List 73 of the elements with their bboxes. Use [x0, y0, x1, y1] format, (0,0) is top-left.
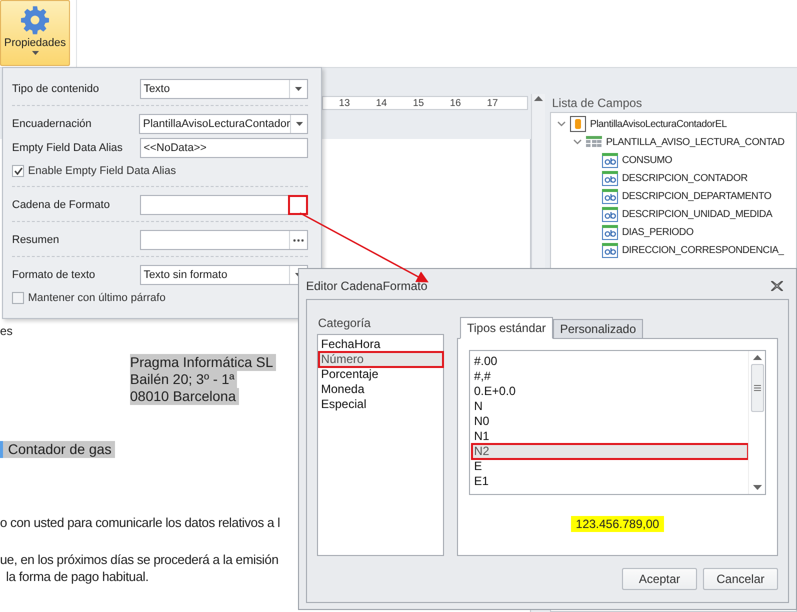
scroll-up-icon[interactable] — [752, 355, 762, 360]
dropdown-field[interactable]: Texto — [140, 79, 308, 99]
scroll-down-icon[interactable] — [752, 485, 762, 490]
tab[interactable]: Personalizado — [552, 319, 643, 339]
dropdown-caret-icon — [296, 122, 303, 126]
field-label: Tipo de contenido — [12, 83, 100, 95]
paragraph-text: la forma de pago habitual. — [5, 568, 149, 585]
text-field-icon — [602, 152, 618, 168]
input-field[interactable] — [140, 195, 308, 215]
table-icon — [586, 136, 602, 148]
tree-item[interactable]: CONSUMO — [622, 154, 672, 166]
field-label: Cadena de Formato — [12, 199, 111, 211]
format-preview: 123.456.789,00 — [570, 516, 664, 532]
format-item[interactable]: N0 — [472, 414, 748, 429]
paragraph-text: o con usted para comunicarle los datos relativos a l — [0, 514, 280, 531]
checkbox-label: Mantener con último párrafo — [28, 292, 166, 304]
tree-item[interactable]: DESCRIPCION_DEPARTAMENTO — [622, 190, 772, 202]
category-item[interactable]: Moneda — [319, 382, 443, 397]
input-field[interactable] — [140, 230, 308, 250]
category-item[interactable]: Porcentaje — [319, 367, 443, 382]
format-item[interactable]: #.00 — [472, 354, 748, 369]
properties-button[interactable]: Propiedades — [0, 0, 70, 66]
text-field-icon — [602, 242, 618, 258]
tree-item[interactable]: PlantillaAvisoLecturaContadorEL — [590, 118, 727, 130]
category-item[interactable]: Número — [319, 352, 443, 367]
text-field-icon — [602, 224, 618, 240]
dialog-title: Editor CadenaFormato — [306, 279, 428, 293]
panel-title: Lista de Campos — [551, 95, 644, 112]
field-label: Encuadernación — [12, 118, 93, 130]
ellipsis-icon[interactable] — [293, 238, 304, 242]
tab[interactable]: Tipos estándar — [460, 317, 553, 339]
format-item[interactable]: 0.E+0.0 — [472, 384, 748, 399]
gear-icon — [20, 5, 50, 35]
format-item[interactable]: #,# — [472, 369, 748, 384]
dialog-button[interactable]: Cancelar — [703, 568, 778, 590]
text-field-icon — [602, 188, 618, 204]
merge-field: Contador de gas — [0, 441, 115, 458]
field-label: Formato de texto — [12, 269, 96, 281]
tree-item[interactable]: DIAS_PERIODO — [622, 226, 694, 238]
format-item[interactable]: E1 — [472, 474, 748, 489]
dropdown-caret-icon — [295, 87, 302, 91]
tree-item[interactable]: DIRECCION_CORRESPONDENCIA_ — [622, 244, 784, 256]
format-item[interactable]: N1 — [472, 429, 748, 444]
dropdown-field[interactable]: Texto sin formato — [140, 265, 308, 285]
format-item[interactable]: N — [472, 399, 748, 414]
database-icon — [570, 116, 586, 132]
ruler: 13 14 15 16 17 — [322, 96, 528, 110]
format-item[interactable]: N2 — [472, 444, 748, 459]
scroll-up-icon[interactable] — [534, 96, 543, 101]
text-field-icon — [602, 170, 618, 186]
checkbox[interactable] — [12, 165, 24, 177]
scroll-thumb[interactable] — [750, 364, 764, 412]
field-label: Resumen — [12, 234, 60, 246]
checkbox-label: Enable Empty Field Data Alias — [28, 165, 176, 177]
category-item[interactable]: Especial — [319, 397, 443, 412]
format-item[interactable]: E — [472, 459, 748, 474]
field-label: Empty Field Data Alias — [12, 142, 124, 154]
caret-icon — [32, 51, 38, 55]
checkbox[interactable] — [12, 292, 24, 304]
dialog-button[interactable]: Aceptar — [622, 568, 697, 590]
tree-item[interactable]: DESCRIPCION_UNIDAD_MEDIDA — [622, 208, 772, 220]
tree-item[interactable]: PLANTILLA_AVISO_LECTURA_CONTAD — [606, 136, 784, 148]
text-field-icon — [602, 206, 618, 222]
category-label: Categoría — [317, 316, 372, 332]
paragraph-text: ue, en los próximos días se procederá a la emisión — [0, 551, 278, 568]
category-item[interactable]: FechaHora — [319, 337, 443, 352]
chevron-down-icon[interactable] — [557, 121, 566, 127]
chevron-down-icon[interactable] — [573, 139, 582, 145]
input-field[interactable]: <<NoData>> — [140, 138, 308, 158]
close-icon[interactable] — [771, 281, 783, 291]
dropdown-field[interactable]: PlantillaAvisoLecturaContador — [139, 114, 308, 134]
document-text: es — [0, 323, 13, 340]
tree-item[interactable]: DESCRIPCION_CONTADOR — [622, 172, 748, 184]
